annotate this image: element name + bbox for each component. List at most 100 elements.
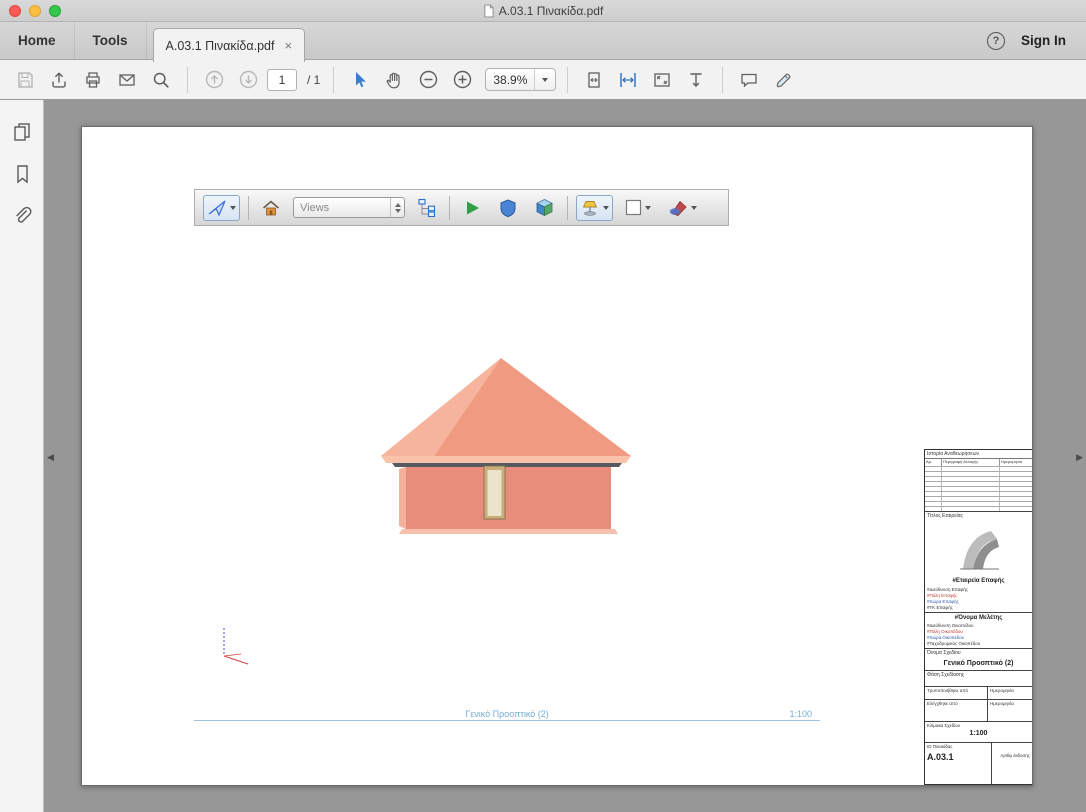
help-icon[interactable]: ? xyxy=(987,32,1005,50)
sheet-id-value: A.03.1 xyxy=(927,752,989,762)
comment-button[interactable] xyxy=(734,65,764,95)
traffic-lights xyxy=(9,5,61,17)
hand-tool-button[interactable] xyxy=(379,65,409,95)
pencil-icon xyxy=(773,70,793,90)
shield-icon xyxy=(498,198,518,218)
collapse-left-pane-handle[interactable]: ◀ xyxy=(47,452,54,463)
tab-tools-label: Tools xyxy=(93,33,128,48)
lighting-button[interactable] xyxy=(576,195,613,221)
rotate-tool-button[interactable] xyxy=(203,195,240,221)
bookmark-icon xyxy=(11,163,33,185)
fullscreen-button[interactable] xyxy=(647,65,677,95)
main-toolbar: / 1 38.9% xyxy=(0,60,1086,100)
zoom-in-button[interactable] xyxy=(447,65,477,95)
front-wall xyxy=(406,467,611,529)
chevron-down-icon xyxy=(603,206,609,210)
print-button[interactable] xyxy=(78,65,108,95)
view-caption-scale: 1:100 xyxy=(789,709,812,719)
search-button[interactable] xyxy=(146,65,176,95)
model-tree-button[interactable] xyxy=(413,195,441,221)
views-dropdown[interactable]: Views xyxy=(293,197,405,218)
paperclip-icon xyxy=(11,205,33,227)
cross-section-button[interactable] xyxy=(663,195,701,221)
sheet-name-label: Όνομα Σχεδίου xyxy=(925,648,1032,657)
close-tab-icon[interactable]: × xyxy=(284,39,292,52)
rotate-tool-icon xyxy=(207,198,227,218)
project-line: #Ταχυδρομικός Οικοπέδου xyxy=(927,641,1030,646)
page-thumbnails-button[interactable] xyxy=(6,118,38,146)
page-number-input[interactable] xyxy=(267,69,297,91)
tabbar-right-area: ? Sign In xyxy=(987,22,1086,59)
contact-line: #Διεύθυνση Επαφής xyxy=(927,587,1030,592)
viewer-3d-toolbar: Views xyxy=(194,189,729,226)
scale-section: Κλίμακα Σχεδίου 1:100 xyxy=(925,721,1032,742)
hand-tool-icon xyxy=(384,70,404,90)
share-button[interactable] xyxy=(44,65,74,95)
house-3d-render[interactable] xyxy=(372,352,642,537)
zoom-level-select[interactable]: 38.9% xyxy=(485,68,556,91)
highlight-pen-button[interactable] xyxy=(768,65,798,95)
render-mode-button[interactable] xyxy=(494,195,522,221)
document-area: ◀ ▶ Views xyxy=(0,100,1086,812)
model-views-cube-button[interactable] xyxy=(530,195,559,221)
minimize-window-button[interactable] xyxy=(29,5,41,17)
sheet-id-cell: ID Πινακίδας A.03.1 xyxy=(925,743,991,784)
issue-label: Αριθμ έκδοσης xyxy=(1000,753,1030,758)
revision-col-number: Αρ. xyxy=(925,459,942,466)
zoom-out-button[interactable] xyxy=(413,65,443,95)
print-icon xyxy=(83,70,103,90)
revision-col-date: Ημερομηνία xyxy=(1000,459,1032,466)
fit-page-icon xyxy=(584,70,604,90)
sheet-id-label: ID Πινακίδας xyxy=(927,744,989,749)
default-view-button[interactable] xyxy=(257,195,285,221)
next-page-button[interactable] xyxy=(233,65,263,95)
select-tool-button[interactable] xyxy=(345,65,375,95)
email-button[interactable] xyxy=(112,65,142,95)
select-cursor-icon xyxy=(350,70,370,90)
tab-document[interactable]: A.03.1 Πινακίδα.pdf × xyxy=(153,28,306,62)
bookmarks-button[interactable] xyxy=(6,160,38,188)
eave-shadow xyxy=(392,463,622,467)
comment-bubble-icon xyxy=(739,70,759,90)
checked-date-label: Ημερομηνία xyxy=(987,700,1032,721)
scale-value: 1:100 xyxy=(927,730,1030,737)
close-window-button[interactable] xyxy=(9,5,21,17)
company-logo-graphic xyxy=(957,525,1001,571)
scale-label: Κλίμακα Σχεδίου xyxy=(927,723,1030,728)
sign-in-button[interactable]: Sign In xyxy=(1021,33,1066,48)
tab-home[interactable]: Home xyxy=(0,22,75,59)
navigation-sidebar xyxy=(0,100,44,812)
revision-table-header: Αρ. Περιγραφή Αλλαγής Ημερομηνία xyxy=(925,458,1032,466)
play-animation-button[interactable] xyxy=(458,195,486,221)
attachments-button[interactable] xyxy=(6,202,38,230)
open-right-pane-handle[interactable]: ▶ xyxy=(1076,452,1083,463)
search-icon xyxy=(151,70,171,90)
tab-home-label: Home xyxy=(18,33,56,48)
base-slab xyxy=(399,529,618,534)
modified-date-label: Ημερομηνία xyxy=(987,687,1032,699)
axis-gizmo xyxy=(215,625,255,670)
lamp-icon xyxy=(580,198,600,218)
fit-width-button[interactable] xyxy=(613,65,643,95)
revision-col-description: Περιγραφή Αλλαγής xyxy=(942,459,1000,466)
toolbar-divider xyxy=(722,67,723,93)
project-line: #Χώρα Οικοπέδου xyxy=(927,635,1030,640)
save-icon xyxy=(15,70,35,90)
color-swatch-icon xyxy=(625,199,642,216)
chevron-down-icon xyxy=(691,206,697,210)
acrobat-window: A.03.1 Πινακίδα.pdf Home Tools A.03.1 Πι… xyxy=(0,0,1086,812)
fit-page-button[interactable] xyxy=(579,65,609,95)
tab-tools[interactable]: Tools xyxy=(75,22,147,59)
home-icon xyxy=(261,198,281,218)
project-lines: #Διεύθυνση Οικοπέδου #Πόλη Οικοπέδου #Χώ… xyxy=(925,622,1032,648)
company-contact-lines: #Διεύθυνση Επαφής #Πόλη Επαφής #Χώρα Επα… xyxy=(925,586,1032,612)
background-color-button[interactable] xyxy=(621,195,655,221)
pdf-page[interactable]: Views xyxy=(81,126,1033,786)
chevron-up-icon xyxy=(395,203,401,207)
fullscreen-window-button[interactable] xyxy=(49,5,61,17)
company-contact-name: #Εταιρεία Επαφής xyxy=(925,576,1032,586)
viewer-toolbar-divider xyxy=(248,196,249,220)
scrolling-mode-button[interactable] xyxy=(681,65,711,95)
save-button[interactable] xyxy=(10,65,40,95)
previous-page-button[interactable] xyxy=(199,65,229,95)
